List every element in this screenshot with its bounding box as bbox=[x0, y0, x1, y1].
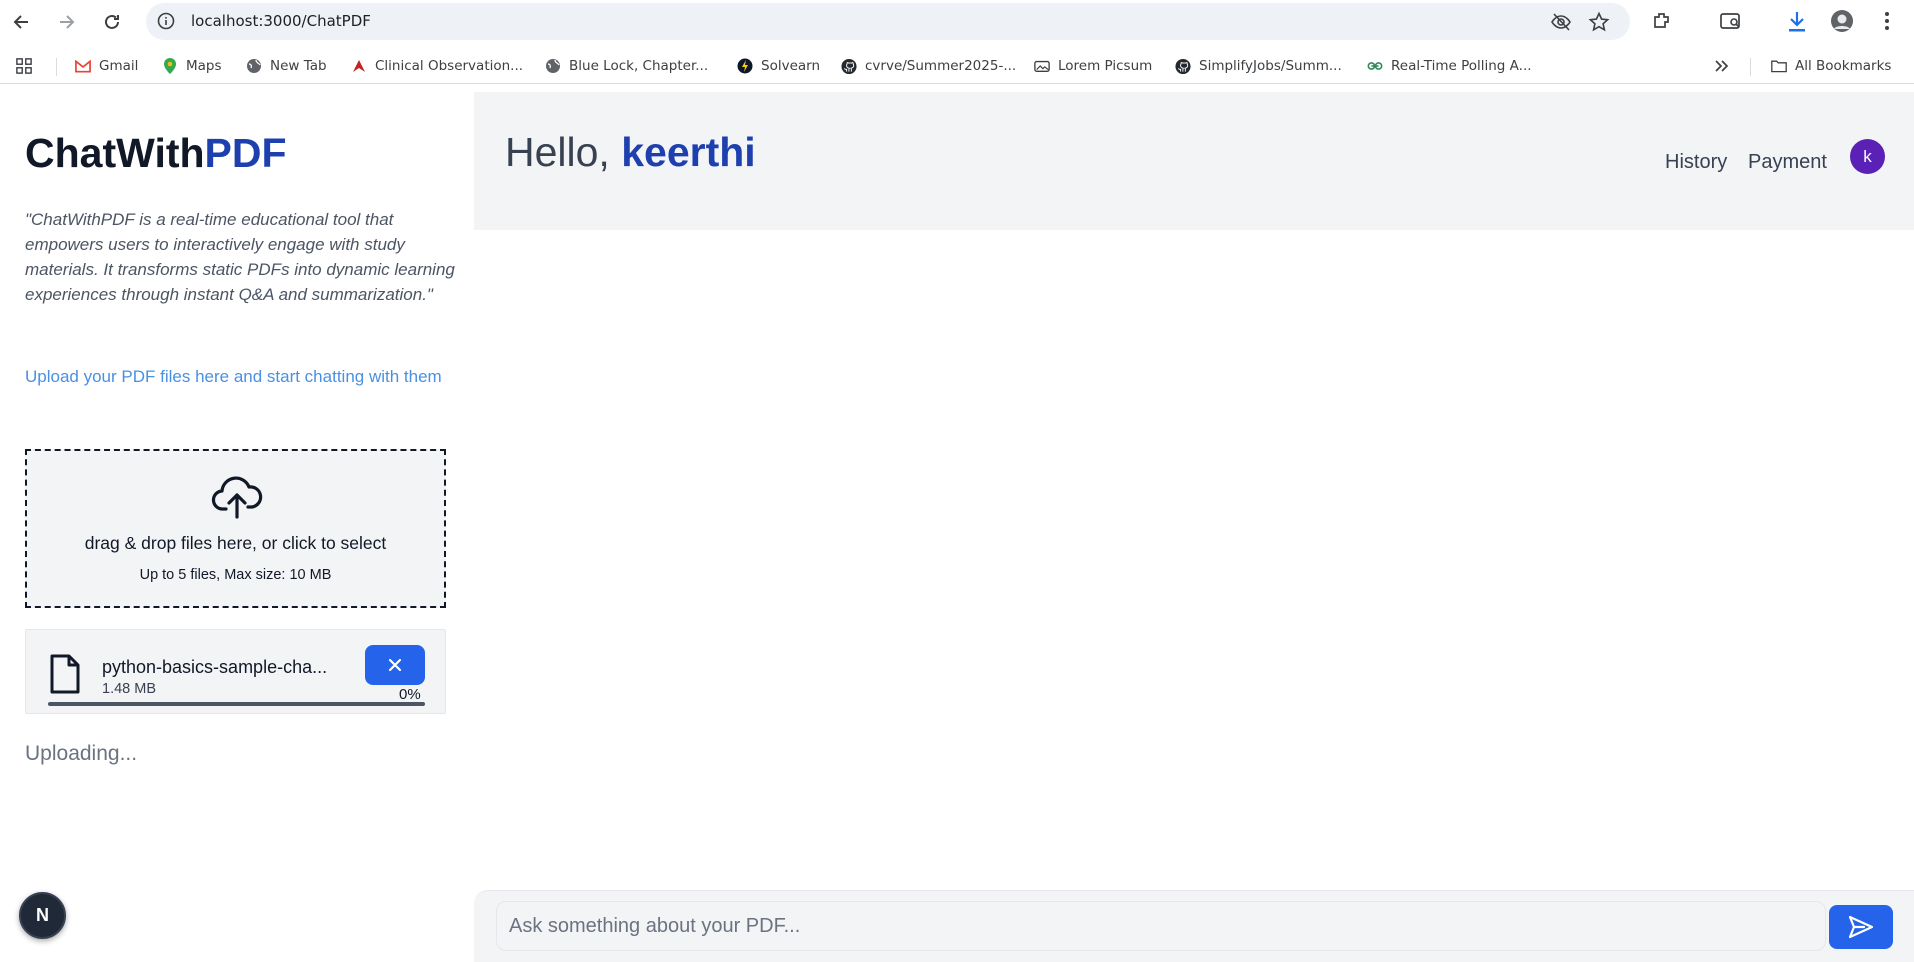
user-avatar[interactable]: k bbox=[1850, 139, 1885, 174]
upload-percent: 0% bbox=[399, 686, 421, 703]
bookmark-divider bbox=[1750, 58, 1751, 76]
apps-button[interactable] bbox=[16, 56, 32, 76]
upload-prompt: Upload your PDF files here and start cha… bbox=[25, 367, 442, 386]
browser-toolbar: localhost:3000/ChatPDF bbox=[0, 0, 1914, 42]
send-button[interactable] bbox=[1829, 905, 1893, 949]
solvearn-icon bbox=[737, 58, 753, 74]
eye-off-icon[interactable] bbox=[1550, 11, 1572, 33]
tab-search-icon[interactable] bbox=[1718, 8, 1744, 34]
nav-history-link[interactable]: History bbox=[1665, 151, 1727, 174]
image-icon bbox=[1034, 58, 1050, 74]
file-dropzone[interactable]: drag & drop files here, or click to sele… bbox=[25, 449, 446, 608]
upload-progress-bar bbox=[48, 702, 425, 706]
download-icon[interactable] bbox=[1784, 8, 1810, 34]
file-size: 1.48 MB bbox=[102, 681, 156, 697]
globe-icon bbox=[545, 58, 561, 74]
link-icon bbox=[1367, 58, 1383, 74]
close-icon bbox=[388, 658, 402, 672]
cloud-upload-icon bbox=[211, 476, 263, 519]
username: keerthi bbox=[621, 129, 756, 175]
app-title: ChatWithPDF bbox=[25, 130, 287, 176]
greeting: Hello, keerthi bbox=[505, 129, 756, 175]
all-bookmarks-button[interactable]: All Bookmarks bbox=[1771, 56, 1891, 76]
reload-icon bbox=[105, 14, 119, 29]
apps-grid-icon bbox=[16, 58, 32, 74]
file-icon bbox=[50, 654, 80, 694]
globe-icon bbox=[246, 58, 262, 74]
dropzone-limits: Up to 5 files, Max size: 10 MB bbox=[139, 567, 332, 583]
bookmark-blue-lock[interactable]: Blue Lock, Chapter... bbox=[545, 56, 708, 76]
main-header: Hello, keerthi History Payment k bbox=[474, 92, 1914, 230]
sidebar: ChatWithPDF "ChatWithPDF is a real-time … bbox=[0, 92, 474, 962]
url-text[interactable]: localhost:3000/ChatPDF bbox=[191, 12, 371, 30]
back-button[interactable] bbox=[6, 6, 38, 38]
star-icon[interactable] bbox=[1588, 11, 1610, 33]
uploaded-file-card: python-basics-sample-cha... 1.48 MB 0% bbox=[25, 629, 446, 714]
site-info-icon[interactable] bbox=[156, 11, 176, 31]
bookmark-maps[interactable]: Maps bbox=[162, 56, 222, 76]
bookmark-solvearn[interactable]: Solvearn bbox=[737, 56, 820, 76]
bookmarks-bar: Gmail Maps New Tab Clinical Observation.… bbox=[0, 48, 1914, 84]
github-icon bbox=[1175, 58, 1191, 74]
chat-messages-area bbox=[474, 230, 1914, 890]
github-icon bbox=[841, 58, 857, 74]
remove-file-button[interactable] bbox=[365, 645, 425, 685]
menu-dots-icon[interactable] bbox=[1874, 8, 1900, 34]
bookmark-gmail[interactable]: Gmail bbox=[75, 56, 138, 76]
bookmark-new-tab[interactable]: New Tab bbox=[246, 56, 327, 76]
bookmark-clinical[interactable]: Clinical Observation... bbox=[351, 56, 523, 76]
upload-status: Uploading... bbox=[25, 742, 138, 765]
bookmark-cvrve[interactable]: cvrve/Summer2025-... bbox=[841, 56, 1016, 76]
nav-payment-link[interactable]: Payment bbox=[1748, 151, 1827, 174]
bookmark-divider bbox=[56, 58, 57, 76]
nextjs-dev-badge[interactable]: N bbox=[19, 892, 66, 939]
folder-icon bbox=[1771, 58, 1787, 74]
bookmark-polling[interactable]: Real-Time Polling A... bbox=[1367, 56, 1532, 76]
chat-input-bar bbox=[474, 890, 1914, 962]
bookmark-simplifyjobs[interactable]: SimplifyJobs/Summ... bbox=[1175, 56, 1342, 76]
reload-button[interactable] bbox=[96, 6, 128, 38]
chevron-double-right-icon bbox=[1713, 58, 1729, 74]
gmail-icon bbox=[75, 58, 91, 74]
file-name: python-basics-sample-cha... bbox=[102, 657, 328, 677]
bookmark-lorem-picsum[interactable]: Lorem Picsum bbox=[1034, 56, 1152, 76]
arrow-left-icon bbox=[13, 15, 28, 29]
nextjs-logo-icon: N bbox=[36, 905, 49, 925]
app-tagline: "ChatWithPDF is a real-time educational … bbox=[25, 210, 455, 304]
forward-button[interactable] bbox=[50, 6, 82, 38]
bookmark-icon bbox=[351, 58, 367, 74]
chat-input[interactable] bbox=[496, 901, 1826, 951]
dropzone-title: drag & drop files here, or click to sele… bbox=[84, 533, 387, 553]
address-bar[interactable]: localhost:3000/ChatPDF bbox=[146, 3, 1630, 40]
send-icon bbox=[1848, 915, 1874, 939]
extensions-icon[interactable] bbox=[1649, 8, 1675, 34]
maps-icon bbox=[162, 58, 178, 74]
arrow-right-icon bbox=[60, 15, 75, 29]
bookmarks-overflow-button[interactable] bbox=[1713, 56, 1729, 76]
profile-avatar-icon[interactable] bbox=[1829, 8, 1855, 34]
